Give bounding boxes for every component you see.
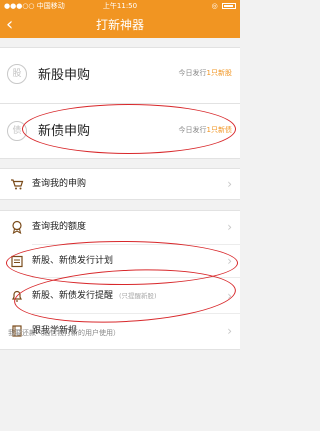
bond-subscribe-title: 新债申购 [38, 124, 91, 139]
chevron-right-icon: › [227, 220, 232, 234]
subscribe-card: 股 新股申购 今日发行1只新股 债 新债申购 今日发行1只新债 [0, 47, 240, 159]
query-subscription-label: 查询我的申购 [32, 179, 87, 189]
row-divider [32, 313, 240, 314]
issue-reminder-label: 新股、新债发行提醒 (只提醒新股) [32, 281, 157, 311]
issue-reminder-item[interactable]: 新股、新债发行提醒 (只提醒新股) › [0, 281, 240, 311]
stock-today-count: 1只新股 [206, 69, 232, 77]
issue-plan-label: 新股、新债发行计划 [32, 256, 114, 266]
bond-today-issue: 今日发行1只新债 [179, 125, 232, 135]
menu-group-query: 查询我的申购 › [0, 168, 240, 200]
medal-icon [12, 220, 22, 234]
issue-reminder-hint: (只提醒新股) [119, 292, 157, 300]
battery-area: ◎ [212, 0, 236, 12]
bond-today-prefix: 今日发行 [178, 126, 207, 134]
chevron-right-icon: › [227, 324, 232, 338]
chevron-right-icon: › [227, 254, 232, 268]
cart-icon [11, 179, 24, 190]
nav-bar: ‹ 打新神器 [0, 12, 240, 38]
bond-today-count: 1只新债 [206, 126, 232, 134]
battery-icon [222, 3, 236, 9]
stock-subscribe-title: 新股申购 [38, 68, 91, 83]
row-divider [32, 244, 240, 245]
stock-today-prefix: 今日发行 [178, 69, 207, 77]
query-subscription-item[interactable]: 查询我的申购 › [0, 169, 240, 199]
calendar-icon [11, 255, 23, 268]
stock-today-issue: 今日发行1只新股 [179, 68, 232, 78]
bond-icon: 债 [7, 121, 27, 141]
query-quota-label: 查询我的额度 [32, 222, 87, 232]
page-title: 打新神器 [95, 18, 144, 32]
status-bar: ●●●○○ 中国移动 上午11:50 ◎ [0, 0, 240, 12]
card-divider [0, 103, 240, 104]
chevron-right-icon: › [227, 177, 232, 191]
stock-subscribe-row[interactable]: 股 新股申购 今日发行1只新股 [0, 48, 240, 100]
issue-plan-item[interactable]: 新股、新债发行计划 › [0, 246, 240, 276]
row-divider [32, 277, 240, 278]
chevron-right-icon: › [227, 289, 232, 303]
alarm-bell-icon [12, 290, 22, 302]
alarm-icon: ◎ [211, 2, 218, 10]
repayment-link[interactable]: 我要还款（融信钱打新的用户使用） [8, 328, 120, 338]
status-time: 上午11:50 [102, 2, 138, 10]
stock-icon: 股 [7, 64, 27, 84]
bond-subscribe-row[interactable]: 债 新债申购 今日发行1只新债 [0, 105, 240, 159]
issue-reminder-text: 新股、新债发行提醒 [32, 291, 114, 301]
query-quota-item[interactable]: 查询我的额度 › [0, 212, 240, 242]
